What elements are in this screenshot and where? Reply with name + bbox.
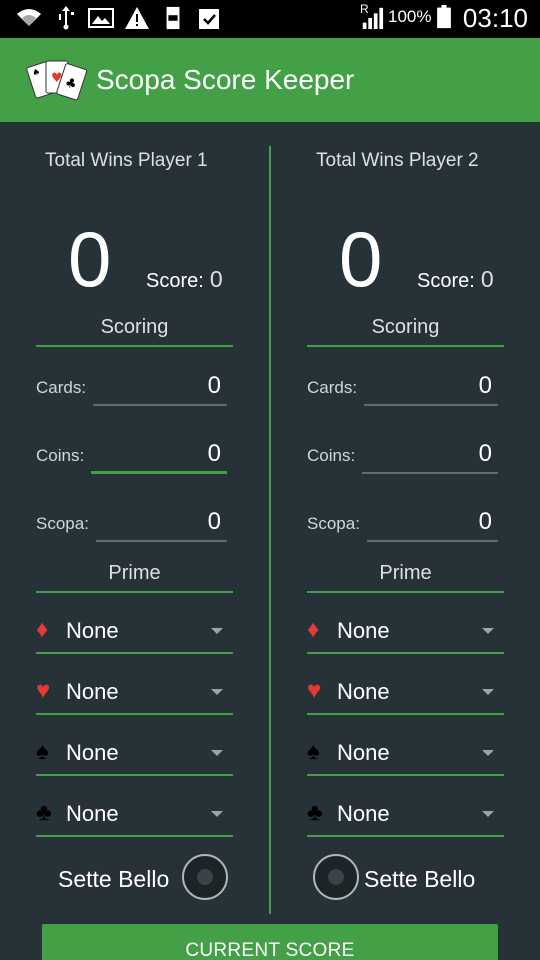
- clipboard-check-icon: [199, 9, 219, 29]
- select-value: None: [337, 740, 390, 765]
- dropdown-caret-icon: [482, 689, 494, 695]
- dropdown-caret-icon: [211, 811, 223, 817]
- dropdown-caret-icon: [211, 628, 223, 634]
- club-icon: ♣: [307, 799, 323, 826]
- battery-percent: 100%: [388, 7, 432, 26]
- player-2-scopa-label: Scopa:: [307, 514, 360, 533]
- player-2-sette-bello-label: Sette Bello: [364, 866, 476, 892]
- player-2-sette-bello[interactable]: Sette Bello: [313, 854, 503, 900]
- player-1-prime-hearts-select[interactable]: ♥ None: [36, 673, 233, 715]
- clock: 03:10: [462, 3, 528, 33]
- playing-cards-logo-icon: ♠ ♥ ♣: [26, 60, 88, 101]
- player-2-score-value: 0: [480, 266, 494, 292]
- radio-dot: [197, 869, 213, 885]
- player-1-prime-spades-select[interactable]: ♠ None: [36, 734, 233, 776]
- player-2-scopa-input[interactable]: 0: [367, 504, 498, 542]
- player-1-prime-clubs-select[interactable]: ♣ None: [36, 795, 233, 837]
- player-2-prime-hearts-select[interactable]: ♥ None: [307, 673, 504, 715]
- spade-icon: ♠: [307, 738, 320, 765]
- club-icon: ♣: [36, 799, 52, 826]
- player-2-sette-bello-radio[interactable]: [313, 854, 359, 900]
- player-1-prime-diamonds-select[interactable]: ♦ None: [36, 612, 233, 654]
- usb-icon: [59, 6, 74, 30]
- dropdown-caret-icon: [211, 750, 223, 756]
- select-value: None: [66, 679, 119, 704]
- image-icon: [88, 8, 114, 28]
- app-bar: ♠ ♥ ♣ Scopa Score Keeper: [0, 38, 540, 122]
- player-1-sette-bello-radio[interactable]: [182, 854, 228, 900]
- player-1-coins-input[interactable]: 0: [91, 436, 227, 474]
- player-1-cards-input[interactable]: 0: [93, 368, 227, 406]
- select-value: None: [337, 618, 390, 643]
- player-2-coins-label: Coins:: [307, 446, 356, 465]
- player-1-cards-label: Cards:: [36, 378, 87, 397]
- player-1-score-label: Score:: [146, 270, 204, 292]
- select-value: None: [337, 801, 390, 826]
- select-value: None: [337, 679, 390, 704]
- player-1-scopa-label: Scopa:: [36, 514, 89, 533]
- player-2-score-label: Score:: [417, 270, 475, 292]
- diamond-icon: ♦: [307, 616, 320, 643]
- signal-roaming-label: R: [360, 2, 369, 16]
- heart-icon: ♥: [307, 677, 322, 704]
- dropdown-caret-icon: [482, 750, 494, 756]
- player-2-cards-input[interactable]: 0: [364, 368, 498, 406]
- diamond-icon: ♦: [36, 616, 49, 643]
- player-1-sette-bello[interactable]: Sette Bello: [58, 854, 230, 900]
- player-2-coins-input[interactable]: 0: [362, 436, 498, 474]
- dropdown-caret-icon: [482, 811, 494, 817]
- player-1-prime-heading: Prime: [36, 562, 233, 593]
- player-1-wins-count: 0: [68, 215, 112, 303]
- player-1-sette-bello-label: Sette Bello: [58, 866, 170, 892]
- status-bar: R 100% 03:10: [0, 0, 540, 38]
- player-2-wins-title: Total Wins Player 2: [316, 150, 479, 171]
- player-1-scopa-input[interactable]: 0: [96, 504, 227, 542]
- player-2-cards-label: Cards:: [307, 378, 358, 397]
- select-value: None: [66, 740, 119, 765]
- player-2-scoring-heading: Scoring: [307, 316, 504, 347]
- dropdown-caret-icon: [211, 689, 223, 695]
- current-score-button[interactable]: CURRENT SCORE: [42, 924, 498, 960]
- player-2-prime-clubs-select[interactable]: ♣ None: [307, 795, 504, 837]
- wifi-icon: [17, 9, 41, 26]
- player-2-panel: Total Wins Player 2 0 Score: 0 Scoring Ca…: [271, 122, 540, 922]
- player-1-scoring-heading: Scoring: [36, 316, 233, 347]
- player-1-score-value: 0: [209, 266, 223, 292]
- battery-icon: [437, 5, 451, 29]
- player-2-score: Score: 0: [417, 266, 494, 293]
- player-1-coins-label: Coins:: [36, 446, 85, 465]
- app-title: Scopa Score Keeper: [96, 64, 355, 95]
- select-value: None: [66, 801, 119, 826]
- select-value: None: [66, 618, 119, 643]
- storage-icon: [166, 6, 180, 30]
- player-2-prime-diamonds-select[interactable]: ♦ None: [307, 612, 504, 654]
- player-1-panel: Total Wins Player 1 0 Score: 0 Scoring Ca…: [0, 122, 270, 922]
- spade-icon: ♠: [36, 738, 49, 765]
- heart-icon: ♥: [36, 677, 51, 704]
- warning-icon: [125, 7, 149, 29]
- player-2-prime-spades-select[interactable]: ♠ None: [307, 734, 504, 776]
- radio-dot: [328, 869, 344, 885]
- player-2-prime-heading: Prime: [307, 562, 504, 593]
- dropdown-caret-icon: [482, 628, 494, 634]
- player-1-score: Score: 0: [146, 266, 223, 293]
- player-2-wins-count: 0: [339, 215, 383, 303]
